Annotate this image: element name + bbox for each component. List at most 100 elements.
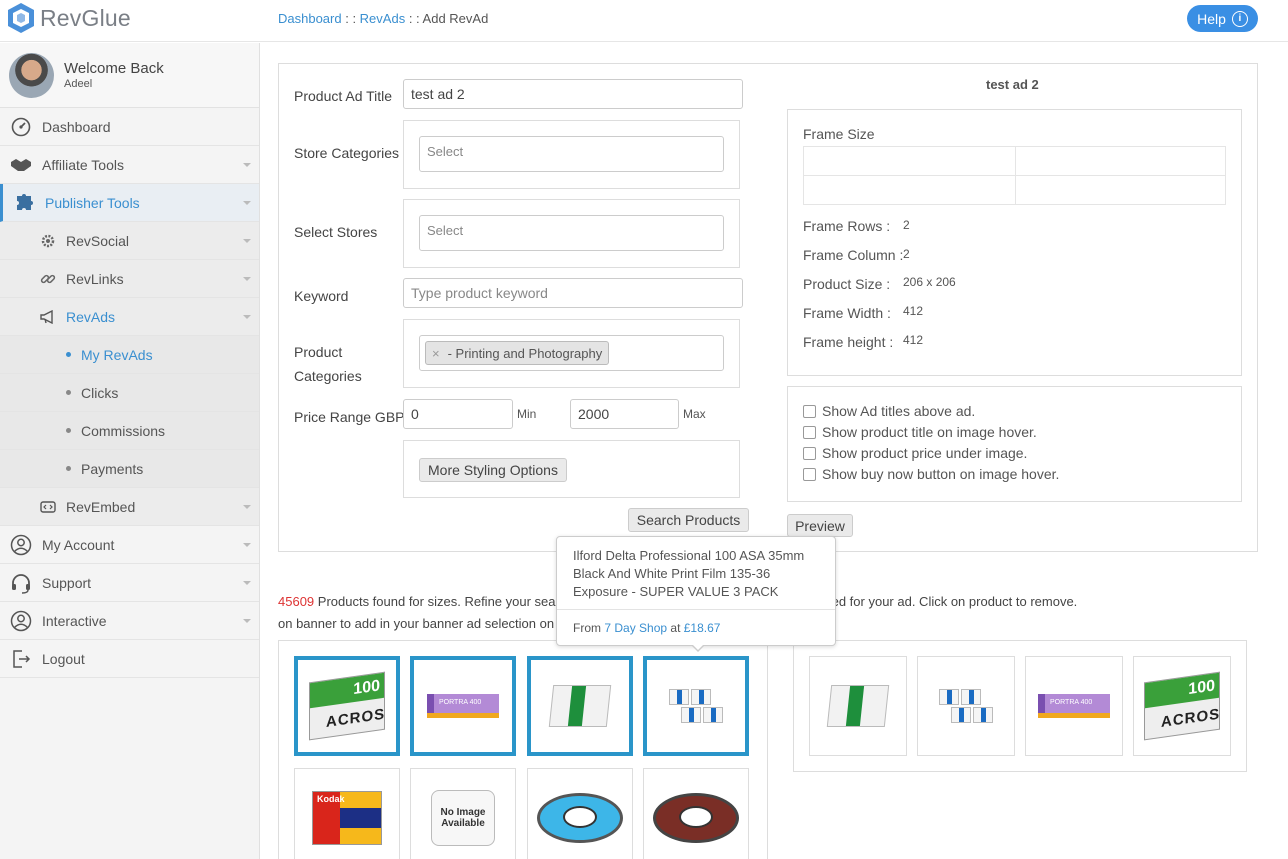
checkbox[interactable]: [803, 467, 816, 481]
checkbox[interactable]: [803, 446, 816, 460]
breadcrumb: Dashboard : : RevAds : : Add RevAd: [278, 11, 488, 26]
product-tile[interactable]: [527, 656, 633, 756]
chevron-down-icon: [243, 239, 251, 243]
help-label: Help: [1197, 10, 1226, 27]
product-image-portra: PORTRA 400: [1038, 694, 1110, 718]
search-products-button[interactable]: Search Products: [628, 508, 749, 532]
product-categories-label-line2: Categories: [294, 368, 362, 384]
sidebar-item-my-account[interactable]: My Account: [0, 526, 259, 564]
selected-product-tile[interactable]: 100 ACROS: [1133, 656, 1231, 756]
sidebar-item-revads[interactable]: RevAds: [0, 298, 259, 336]
tooltip-price[interactable]: £18.67: [684, 621, 721, 635]
remove-tag-icon[interactable]: ×: [432, 346, 440, 361]
chevron-down-icon: [243, 277, 251, 281]
select-stores-select[interactable]: Select: [419, 215, 724, 251]
option-label: Show Ad titles above ad.: [822, 403, 976, 419]
product-image-brown-filament: [653, 789, 739, 847]
selected-product-tile[interactable]: [809, 656, 907, 756]
sidebar-item-interactive[interactable]: Interactive: [0, 602, 259, 640]
sidebar-item-support[interactable]: Support: [0, 564, 259, 602]
option-label: Show product title on image hover.: [822, 424, 1037, 440]
sidebar-label: Support: [42, 574, 92, 591]
product-tile[interactable]: Kodak: [294, 768, 400, 859]
bullet-icon: [66, 428, 71, 433]
option-label: Show buy now button on image hover.: [822, 466, 1060, 482]
results-text: Products found for sizes. Refine your se…: [314, 594, 567, 609]
selected-product-tile[interactable]: PORTRA 400: [1025, 656, 1123, 756]
sidebar-item-publisher-tools[interactable]: Publisher Tools: [0, 184, 259, 222]
sidebar-label: My Account: [42, 536, 115, 553]
product-tile[interactable]: [643, 656, 749, 756]
product-image-text: ACROS: [1161, 705, 1221, 731]
puzzle-icon: [13, 192, 35, 214]
frame-height-label: Frame height :: [803, 334, 894, 350]
sidebar-item-affiliate-tools[interactable]: Affiliate Tools: [0, 146, 259, 184]
option-show-ad-titles[interactable]: Show Ad titles above ad.: [803, 403, 975, 419]
sidebar-item-revsocial[interactable]: RevSocial: [0, 222, 259, 260]
help-button[interactable]: Help i: [1187, 5, 1258, 32]
selected-product-tile[interactable]: [917, 656, 1015, 756]
product-tile[interactable]: [527, 768, 633, 859]
grid-divider: [804, 175, 1225, 176]
handshake-icon: [10, 154, 32, 176]
sidebar-item-commissions[interactable]: Commissions: [0, 412, 259, 450]
sidebar-label: Commissions: [81, 422, 166, 439]
product-tile[interactable]: [643, 768, 749, 859]
product-image-text: 100: [1188, 677, 1215, 699]
more-styling-options-button[interactable]: More Styling Options: [419, 458, 567, 482]
store-categories-select[interactable]: Select: [419, 136, 724, 172]
gear-icon: [40, 233, 56, 249]
sidebar-item-revembed[interactable]: RevEmbed: [0, 488, 259, 526]
product-categories-label-line1: Product: [294, 344, 343, 360]
product-tile[interactable]: PORTRA 400: [410, 656, 516, 756]
checkbox[interactable]: [803, 425, 816, 439]
tooltip-store-link[interactable]: 7 Day Shop: [604, 621, 667, 635]
option-show-title-hover[interactable]: Show product title on image hover.: [803, 424, 1037, 440]
product-image-text: PORTRA 400: [1050, 699, 1093, 706]
breadcrumb-revads[interactable]: RevAds: [360, 11, 406, 26]
revglue-logo-icon: [8, 3, 34, 33]
option-show-buy-now[interactable]: Show buy now button on image hover.: [803, 466, 1059, 482]
select-stores-label: Select Stores: [294, 224, 378, 240]
breadcrumb-dashboard[interactable]: Dashboard: [278, 11, 342, 26]
keyword-input[interactable]: Type product keyword: [403, 278, 743, 308]
price-max-input[interactable]: 2000: [570, 399, 679, 429]
user-circle-icon: [10, 610, 32, 632]
link-icon: [40, 271, 56, 287]
logout-icon: [10, 648, 32, 670]
product-ad-title-label: Product Ad Title: [294, 88, 393, 104]
tooltip-price-line: From 7 Day Shop at £18.67: [573, 621, 720, 635]
revglue-logo[interactable]: RevGlue: [6, 2, 131, 34]
avatar: [9, 52, 54, 98]
price-range-label: Price Range GBP: [294, 409, 405, 425]
product-ad-title-input[interactable]: test ad 2: [403, 79, 743, 109]
product-image-delta-3pack: [669, 689, 723, 723]
product-tile[interactable]: 100 ACROS: [294, 656, 400, 756]
tooltip-at: at: [667, 621, 684, 635]
option-show-price[interactable]: Show product price under image.: [803, 445, 1027, 461]
product-image-portra: PORTRA 400: [427, 694, 499, 718]
product-tile[interactable]: No Image Available: [410, 768, 516, 859]
sidebar-item-clicks[interactable]: Clicks: [0, 374, 259, 412]
preview-title: test ad 2: [986, 77, 1039, 92]
frame-size-label: Frame Size: [803, 126, 875, 142]
chevron-down-icon: [243, 505, 251, 509]
price-min-input[interactable]: 0: [403, 399, 513, 429]
category-tag[interactable]: × - Printing and Photography: [425, 341, 610, 365]
product-image-delta-3pack: [939, 689, 993, 723]
user-profile: Welcome Back Adeel: [0, 43, 259, 108]
product-image-hp5: [548, 685, 612, 727]
sidebar-label: Payments: [81, 460, 144, 477]
no-image-text: Available: [441, 818, 485, 829]
frame-size-grid: [803, 146, 1226, 205]
sidebar-item-my-revads[interactable]: My RevAds: [0, 336, 259, 374]
sidebar-item-payments[interactable]: Payments: [0, 450, 259, 488]
sidebar-item-revlinks[interactable]: RevLinks: [0, 260, 259, 298]
preview-button[interactable]: Preview: [787, 514, 853, 537]
checkbox[interactable]: [803, 404, 816, 418]
product-size-label: Product Size :: [803, 276, 891, 292]
sidebar-item-logout[interactable]: Logout: [0, 640, 259, 678]
sidebar-item-dashboard[interactable]: Dashboard: [0, 108, 259, 146]
top-bar: RevGlue Dashboard : : RevAds : : Add Rev…: [0, 0, 1288, 42]
welcome-text: Welcome Back: [64, 60, 164, 77]
